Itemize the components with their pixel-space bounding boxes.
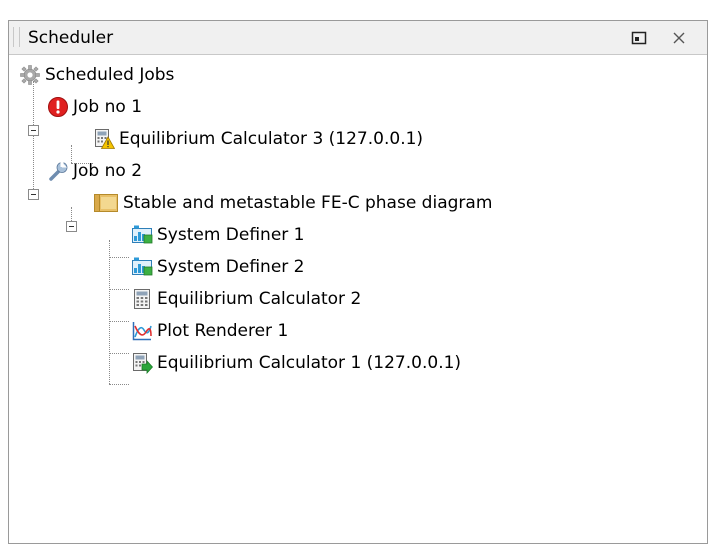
tree-connector	[33, 81, 34, 195]
tree-label: System Definer 2	[157, 257, 305, 277]
calculator-warning-icon	[95, 129, 115, 149]
tree-root-scheduled-jobs[interactable]: Scheduled Jobs	[19, 60, 174, 90]
tree-item-phase-diagram-project[interactable]: Stable and metastable FE-C phase diagram	[93, 188, 492, 218]
collapse-toggle-job-2[interactable]	[28, 189, 39, 200]
tree-label: Stable and metastable FE-C phase diagram	[123, 193, 493, 213]
tree-connector	[109, 240, 110, 384]
tree-label: Equilibrium Calculator 1 (127.0.0.1)	[157, 353, 462, 373]
scheduler-tree: Scheduled Jobs Job no 1 Equilibrium Calc…	[9, 55, 707, 543]
tree-item-job-1[interactable]: Job no 1	[47, 92, 142, 122]
tree-label: Job no 2	[73, 161, 143, 181]
tree-item-job-2[interactable]: Job no 2	[47, 156, 142, 186]
wrench-icon	[49, 162, 68, 181]
panel-title: Scheduler	[28, 28, 114, 48]
tree-label: Equilibrium Calculator 3 (127.0.0.1)	[119, 129, 424, 149]
tree-label: Plot Renderer 1	[157, 321, 289, 341]
tree-label: Scheduled Jobs	[45, 65, 175, 85]
calculator-running-icon	[133, 353, 153, 374]
tree-connector	[109, 384, 129, 385]
plot-renderer-icon	[132, 322, 152, 341]
calculator-icon	[134, 289, 150, 309]
error-icon	[48, 97, 68, 117]
system-definer-icon	[132, 225, 153, 244]
tree-connector	[109, 353, 129, 354]
gear-icon	[20, 65, 40, 85]
scheduler-panel: Scheduler Scheduled Jobs Job no 1 Equili…	[8, 20, 708, 544]
tree-connector	[109, 321, 129, 322]
tree-connector	[109, 257, 129, 258]
tree-item-equilibrium-calculator-2[interactable]: Equilibrium Calculator 2	[131, 284, 361, 314]
tree-label: System Definer 1	[157, 225, 305, 245]
collapse-toggle-phase-diagram[interactable]	[66, 221, 77, 232]
system-definer-icon	[132, 257, 153, 276]
tree-connector	[109, 289, 129, 290]
folder-icon	[94, 194, 118, 212]
tree-item-equilibrium-calculator-3[interactable]: Equilibrium Calculator 3 (127.0.0.1)	[93, 124, 423, 154]
tree-item-equilibrium-calculator-1[interactable]: Equilibrium Calculator 1 (127.0.0.1)	[131, 348, 461, 378]
drag-grip[interactable]	[13, 27, 20, 47]
restore-window-icon[interactable]	[630, 29, 648, 47]
tree-item-system-definer-2[interactable]: System Definer 2	[131, 252, 305, 282]
close-icon[interactable]	[670, 29, 688, 47]
tree-item-plot-renderer-1[interactable]: Plot Renderer 1	[131, 316, 288, 346]
tree-label: Equilibrium Calculator 2	[157, 289, 362, 309]
tree-label: Job no 1	[73, 97, 143, 117]
panel-titlebar: Scheduler	[9, 21, 707, 55]
collapse-toggle-job-1[interactable]	[28, 125, 39, 136]
tree-item-system-definer-1[interactable]: System Definer 1	[131, 220, 305, 250]
